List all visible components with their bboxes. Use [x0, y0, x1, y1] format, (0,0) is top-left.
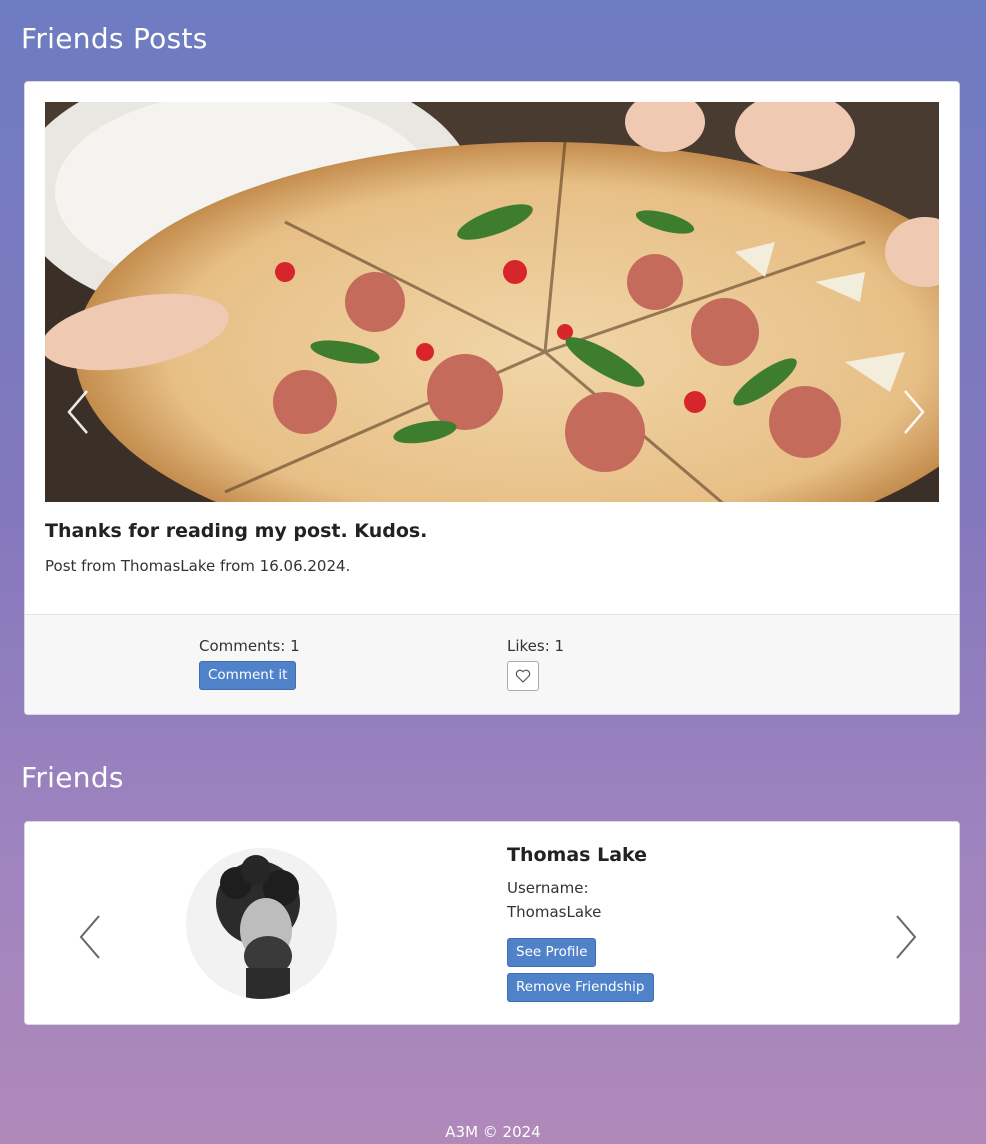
post-image: [45, 102, 939, 502]
post-carousel-next-button[interactable]: [899, 387, 929, 437]
username-value: ThomasLake: [507, 903, 602, 921]
remove-friendship-button[interactable]: Remove Friendship: [507, 973, 654, 1002]
see-profile-button[interactable]: See Profile: [507, 938, 597, 967]
comments-count: Comments: 1: [199, 637, 300, 655]
post-footer: Comments: 1 Comment it Likes: 1: [25, 614, 959, 714]
friends-posts-heading: Friends Posts: [21, 22, 208, 55]
post-carousel-prev-button[interactable]: [63, 387, 93, 437]
friend-card: Thomas Lake Username: ThomasLake See Pro…: [24, 821, 960, 1025]
post-card: Thanks for reading my post. Kudos. Post …: [24, 81, 960, 715]
like-button[interactable]: [507, 661, 539, 691]
friend-username-block: Username: ThomasLake: [507, 876, 601, 924]
likes-section: Likes: 1: [507, 637, 564, 691]
comment-button[interactable]: Comment it: [199, 661, 297, 690]
page-footer: A3M © 2024: [445, 1123, 541, 1141]
friend-avatar: [186, 848, 337, 999]
comments-section: Comments: 1 Comment it: [199, 637, 300, 690]
heart-outline-icon: [515, 669, 531, 683]
post-title: Thanks for reading my post. Kudos.: [45, 520, 428, 542]
post-meta: Post from ThomasLake from 16.06.2024.: [45, 557, 351, 575]
username-label: Username:: [507, 879, 589, 897]
friends-heading: Friends: [21, 761, 124, 794]
friends-carousel-next-button[interactable]: [891, 912, 921, 962]
friend-name: Thomas Lake: [507, 844, 648, 866]
friends-carousel-prev-button[interactable]: [75, 912, 105, 962]
likes-count: Likes: 1: [507, 637, 565, 655]
